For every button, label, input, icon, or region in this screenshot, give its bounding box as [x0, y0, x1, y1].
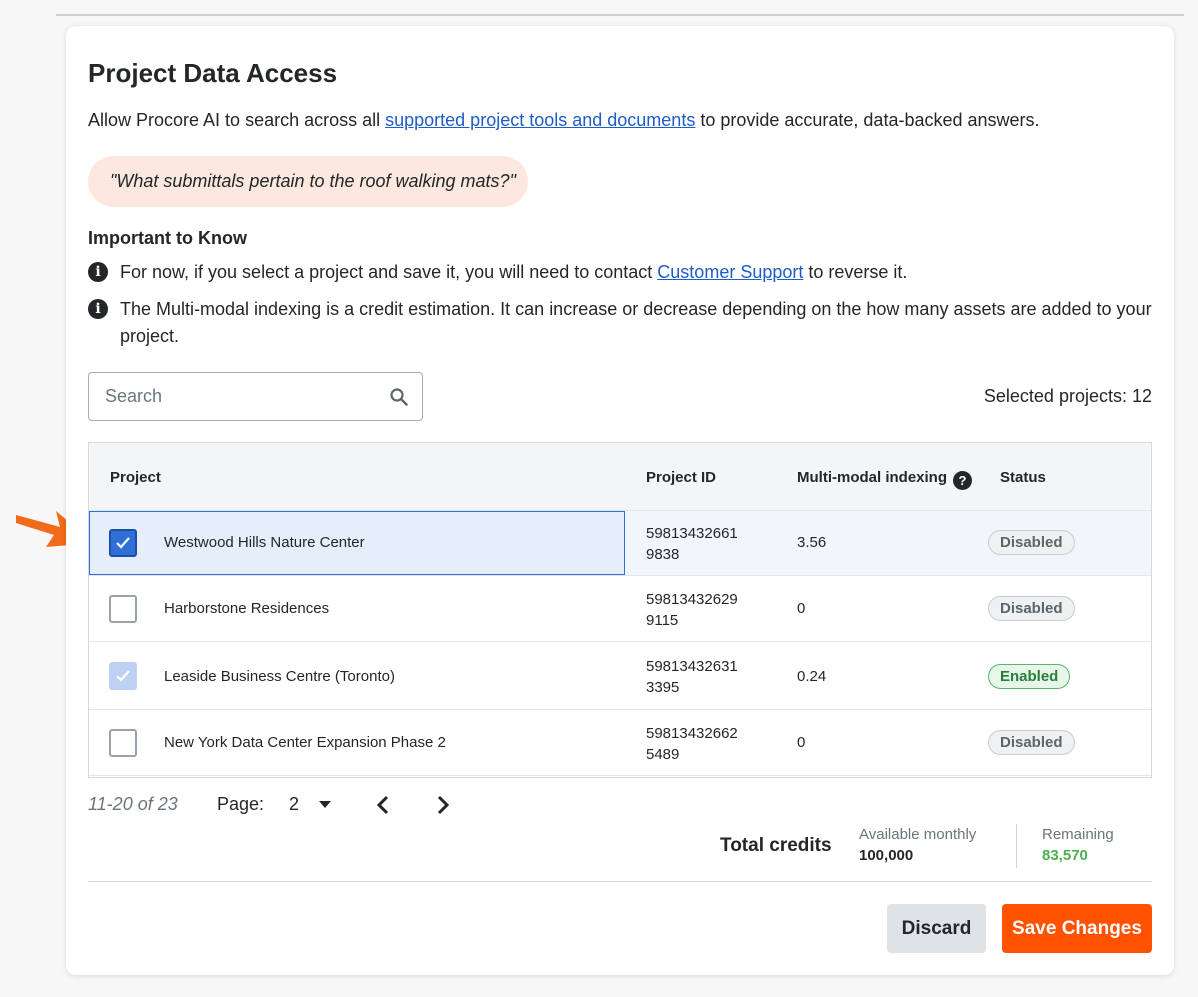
checkmark-icon — [116, 537, 130, 549]
header-project[interactable]: Project — [110, 469, 161, 486]
info-icon: i — [88, 299, 108, 319]
project-name: New York Data Center Expansion Phase 2 — [164, 734, 446, 751]
intro-prefix: Allow Procore AI to search across all — [88, 110, 386, 130]
pagination-range: 11-20 of 23 — [88, 794, 178, 814]
project-name: Leaside Business Centre (Toronto) — [164, 668, 395, 685]
project-name: Harborstone Residences — [164, 600, 330, 617]
indexing-value: 0 — [797, 734, 806, 751]
note-1-text: For now, if you select a project and sav… — [120, 259, 907, 286]
project-id-line-1: 59813432661 — [646, 525, 738, 542]
project-id-line-2: 9838 — [646, 546, 680, 563]
status-badge: Disabled — [988, 596, 1075, 621]
table-row: Leaside Business Centre (Toronto) 598134… — [89, 642, 1151, 710]
project-name: Westwood Hills Nature Center — [164, 534, 365, 551]
footer-divider — [88, 881, 1152, 882]
note-2-text: The Multi-modal indexing is a credit est… — [120, 299, 1152, 346]
chevron-right-icon[interactable] — [436, 794, 450, 816]
supported-tools-link[interactable]: supported project tools and documents — [385, 110, 695, 130]
remaining-label: Remaining — [1042, 826, 1114, 843]
projects-table: Project Project ID Multi-modal indexing?… — [88, 442, 1152, 778]
pagination: 11-20 of 23 Page: 2 — [88, 794, 488, 818]
customer-support-link[interactable]: Customer Support — [657, 262, 803, 282]
row-checkbox[interactable] — [109, 595, 137, 623]
available-value: 100,000 — [859, 847, 914, 864]
total-credits-label: Total credits — [720, 835, 832, 856]
indexing-value: 3.56 — [797, 534, 827, 551]
project-id: 59813432662 5489 — [646, 723, 738, 765]
note-1-prefix: For now, if you select a project and sav… — [120, 262, 658, 282]
project-id-line-1: 59813432631 — [646, 658, 738, 675]
important-heading: Important to Know — [88, 228, 247, 248]
row-checkbox[interactable] — [109, 729, 137, 757]
save-changes-button[interactable]: Save Changes — [1002, 904, 1152, 953]
discard-button[interactable]: Discard — [887, 904, 986, 953]
chevron-left-icon[interactable] — [376, 794, 390, 816]
search-input[interactable] — [105, 386, 390, 407]
project-id: 59813432661 9838 — [646, 523, 738, 565]
project-id-line-1: 59813432662 — [646, 725, 738, 742]
header-status[interactable]: Status — [1000, 469, 1046, 486]
available-credits: Available monthly 100,000 — [859, 826, 976, 864]
selected-projects-count: Selected projects: 12 — [983, 386, 1152, 406]
table-header: Project Project ID Multi-modal indexing?… — [89, 443, 1151, 511]
checkmark-icon — [116, 670, 130, 682]
header-indexing-label: Multi-modal indexing — [797, 469, 947, 486]
top-divider — [56, 14, 1184, 16]
project-id-line-1: 59813432629 — [646, 591, 738, 608]
search-icon[interactable] — [390, 387, 408, 406]
page-select[interactable]: 2 — [289, 794, 299, 815]
page-title: Project Data Access — [88, 58, 338, 88]
indexing-value: 0 — [797, 600, 806, 617]
intro-suffix: to provide accurate, data-backed answers… — [695, 110, 1040, 130]
project-id-line-2: 5489 — [646, 746, 680, 763]
credits-divider — [1016, 824, 1017, 868]
project-data-access-card: Project Data Access Allow Procore AI to … — [66, 26, 1174, 975]
header-indexing[interactable]: Multi-modal indexing? — [797, 469, 972, 490]
header-project-id[interactable]: Project ID — [646, 469, 716, 486]
available-label: Available monthly — [859, 826, 977, 843]
note-1-suffix: to reverse it. — [803, 262, 908, 282]
example-query: "What submittals pertain to the roof wal… — [88, 156, 528, 207]
important-note-1: i For now, if you select a project and s… — [88, 259, 1156, 286]
status-badge: Disabled — [988, 530, 1075, 555]
project-id: 59813432629 9115 — [646, 589, 738, 631]
info-icon: i — [88, 262, 108, 282]
important-note-2: i The Multi-modal indexing is a credit e… — [88, 296, 1156, 350]
table-row[interactable]: Westwood Hills Nature Center 59813432661… — [89, 511, 1151, 576]
search-field[interactable] — [88, 372, 423, 421]
project-id-line-2: 9115 — [646, 612, 679, 629]
row-checkbox — [109, 662, 137, 690]
table-row[interactable]: New York Data Center Expansion Phase 2 5… — [89, 710, 1151, 776]
help-icon[interactable]: ? — [953, 471, 972, 490]
status-badge: Enabled — [988, 664, 1071, 689]
remaining-value: 83,570 — [1042, 847, 1088, 864]
project-id-line-2: 3395 — [646, 679, 680, 696]
intro-text: Allow Procore AI to search across all su… — [88, 110, 1040, 131]
row-checkbox[interactable] — [109, 529, 137, 557]
project-id: 59813432631 3395 — [646, 656, 738, 698]
indexing-value: 0.24 — [797, 668, 827, 685]
chevron-down-icon[interactable] — [318, 800, 332, 809]
page-label: Page: — [217, 794, 265, 814]
status-badge: Disabled — [988, 730, 1075, 755]
remaining-credits: Remaining 83,570 — [1042, 826, 1114, 864]
table-row[interactable]: Harborstone Residences 59813432629 9115 0… — [89, 576, 1151, 642]
